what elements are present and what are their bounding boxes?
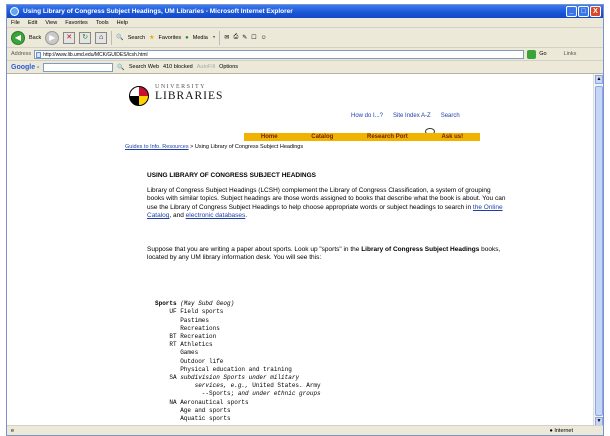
sample-line: Age and sports — [155, 406, 231, 414]
menu-edit[interactable]: Edit — [28, 18, 37, 27]
back-button[interactable]: ◀ — [11, 30, 25, 45]
google-search-input[interactable] — [43, 62, 114, 72]
ie-icon — [10, 7, 19, 16]
sample-line: Games — [155, 349, 199, 357]
menu-file[interactable]: File — [11, 18, 20, 27]
electronic-databases-link[interactable]: electronic databases — [186, 212, 246, 219]
menu-favorites[interactable]: Favorites — [65, 18, 88, 27]
media-button[interactable]: Media — [193, 35, 208, 41]
options-button[interactable]: Options — [219, 64, 238, 70]
minimize-button[interactable]: _ — [566, 6, 577, 17]
sample-line: services, e.g., United States. Army — [194, 382, 321, 390]
sample-line: Outdoor life — [155, 357, 224, 365]
address-label: Address — [11, 51, 32, 57]
autofill-button[interactable]: AutoFill — [197, 64, 215, 70]
mail-icon[interactable]: ✉ — [224, 34, 229, 41]
nav-catalog[interactable]: Catalog — [311, 133, 333, 141]
address-input[interactable]: http://www.lib.umd.edu/MCK/GUIDES/lcsh.h… — [34, 49, 525, 59]
address-bar: Address http://www.lib.umd.edu/MCK/GUIDE… — [7, 48, 603, 61]
history-icon[interactable]: ◔ — [212, 35, 216, 41]
sample-line: UF Field sports — [155, 308, 224, 316]
sample-line: --Sports; and under ethnic groups — [155, 390, 321, 398]
edit-icon[interactable]: ✎ — [242, 34, 247, 41]
site-index-link[interactable]: Site Index A-Z — [393, 113, 431, 119]
nav-ask-us[interactable]: Ask us! — [441, 133, 463, 141]
stop-button[interactable]: ✕ — [63, 31, 76, 44]
forward-button[interactable]: ▶ — [45, 30, 60, 45]
um-seal-icon — [129, 86, 149, 106]
example-paragraph: Suppose that you are writing a paper abo… — [147, 246, 501, 262]
sample-line: Pastimes — [155, 316, 210, 324]
home-icon[interactable]: ⌂ — [95, 31, 108, 44]
search-web-button[interactable]: Search Web — [129, 64, 159, 70]
lcsh-sample-entry: Sports (May Subd Geog) UF Field sports P… — [155, 292, 321, 427]
nav-research-port[interactable]: Research Port — [367, 133, 408, 141]
intro-paragraph: Library of Congress Subject Headings (LC… — [147, 187, 506, 220]
google-toolbar: Google - 🔍 Search Web 410 blocked AutoFi… — [7, 61, 603, 74]
how-do-i-link[interactable]: How do I...? — [351, 113, 383, 119]
scroll-thumb[interactable] — [595, 86, 603, 416]
maximize-button[interactable]: □ — [578, 6, 589, 17]
favorites-button[interactable]: Favorites — [159, 35, 182, 41]
search-button[interactable]: Search — [128, 35, 145, 41]
sample-line: Aquatic sports — [155, 415, 231, 423]
sample-line: Sports (May Subd Geog) — [155, 300, 235, 308]
links-button[interactable]: Links — [564, 51, 577, 57]
nav-home[interactable]: Home — [261, 133, 278, 141]
sample-line: NA Aeronautical sports — [155, 398, 249, 406]
menu-bar: File Edit View Favorites Tools Help — [7, 18, 603, 28]
address-url: http://www.lib.umd.edu/MCK/GUIDES/lcsh.h… — [43, 51, 148, 58]
discuss-icon[interactable]: ☐ — [251, 34, 256, 41]
popup-blocked[interactable]: 410 blocked — [163, 64, 193, 70]
google-search-icon[interactable]: 🔍 — [117, 64, 124, 71]
um-libraries-logo[interactable]: UNIVERSITY LIBRARIES — [127, 84, 492, 110]
security-zone: ● Internet — [549, 428, 573, 434]
media-icon[interactable]: ● — [185, 35, 189, 41]
toolbar: ◀ Back ▶ ✕ ↻ ⌂ 🔍 Search ★ Favorites ● Me… — [7, 28, 603, 48]
menu-view[interactable]: View — [45, 18, 57, 27]
window-title: Using Library of Congress Subject Headin… — [23, 8, 293, 15]
close-button[interactable]: X — [590, 6, 601, 17]
breadcrumb-link[interactable]: Guides to Info. Resources — [125, 144, 189, 150]
google-logo[interactable]: Google - — [11, 64, 39, 71]
page-content: UNIVERSITY LIBRARIES How do I...? Site I… — [7, 74, 595, 427]
vertical-scrollbar[interactable]: ▲ ▼ — [593, 74, 603, 427]
breadcrumb: Guides to Info. Resources > Using Librar… — [125, 144, 303, 150]
logo-libraries: LIBRARIES — [155, 90, 224, 102]
sample-line: Physical education and training — [155, 365, 292, 373]
favorites-icon[interactable]: ★ — [149, 34, 154, 41]
go-button[interactable]: Go — [539, 51, 546, 57]
page-icon — [36, 51, 42, 58]
top-links: How do I...? Site Index A-Z Search — [351, 113, 460, 119]
search-icon[interactable]: 🔍 — [116, 34, 123, 41]
menu-help[interactable]: Help — [117, 18, 128, 27]
menu-tools[interactable]: Tools — [96, 18, 109, 27]
back-label: Back — [29, 34, 42, 41]
status-ie-icon: e — [11, 428, 15, 434]
go-icon[interactable] — [527, 49, 537, 59]
site-nav: Home Catalog Research Port Ask us! — [244, 133, 480, 141]
title-bar: Using Library of Congress Subject Headin… — [7, 5, 603, 18]
breadcrumb-current: > Using Library of Congress Subject Head… — [188, 144, 304, 150]
sample-line: Recreations — [155, 324, 220, 332]
status-bar: e ● Internet — [7, 425, 603, 435]
print-icon[interactable]: ⎙ — [233, 34, 238, 41]
page-title: USING LIBRARY OF CONGRESS SUBJECT HEADIN… — [147, 172, 317, 179]
scroll-up-button[interactable]: ▲ — [595, 75, 603, 84]
sample-line: SA subdivision Sports under military — [155, 374, 300, 382]
search-link[interactable]: Search — [441, 113, 460, 119]
refresh-button[interactable]: ↻ — [79, 31, 92, 44]
browser-window: Using Library of Congress Subject Headin… — [6, 4, 604, 436]
messenger-icon[interactable]: ☺ — [261, 35, 267, 41]
sample-line: RT Athletics — [155, 341, 213, 349]
sample-line: BT Recreation — [155, 333, 217, 341]
